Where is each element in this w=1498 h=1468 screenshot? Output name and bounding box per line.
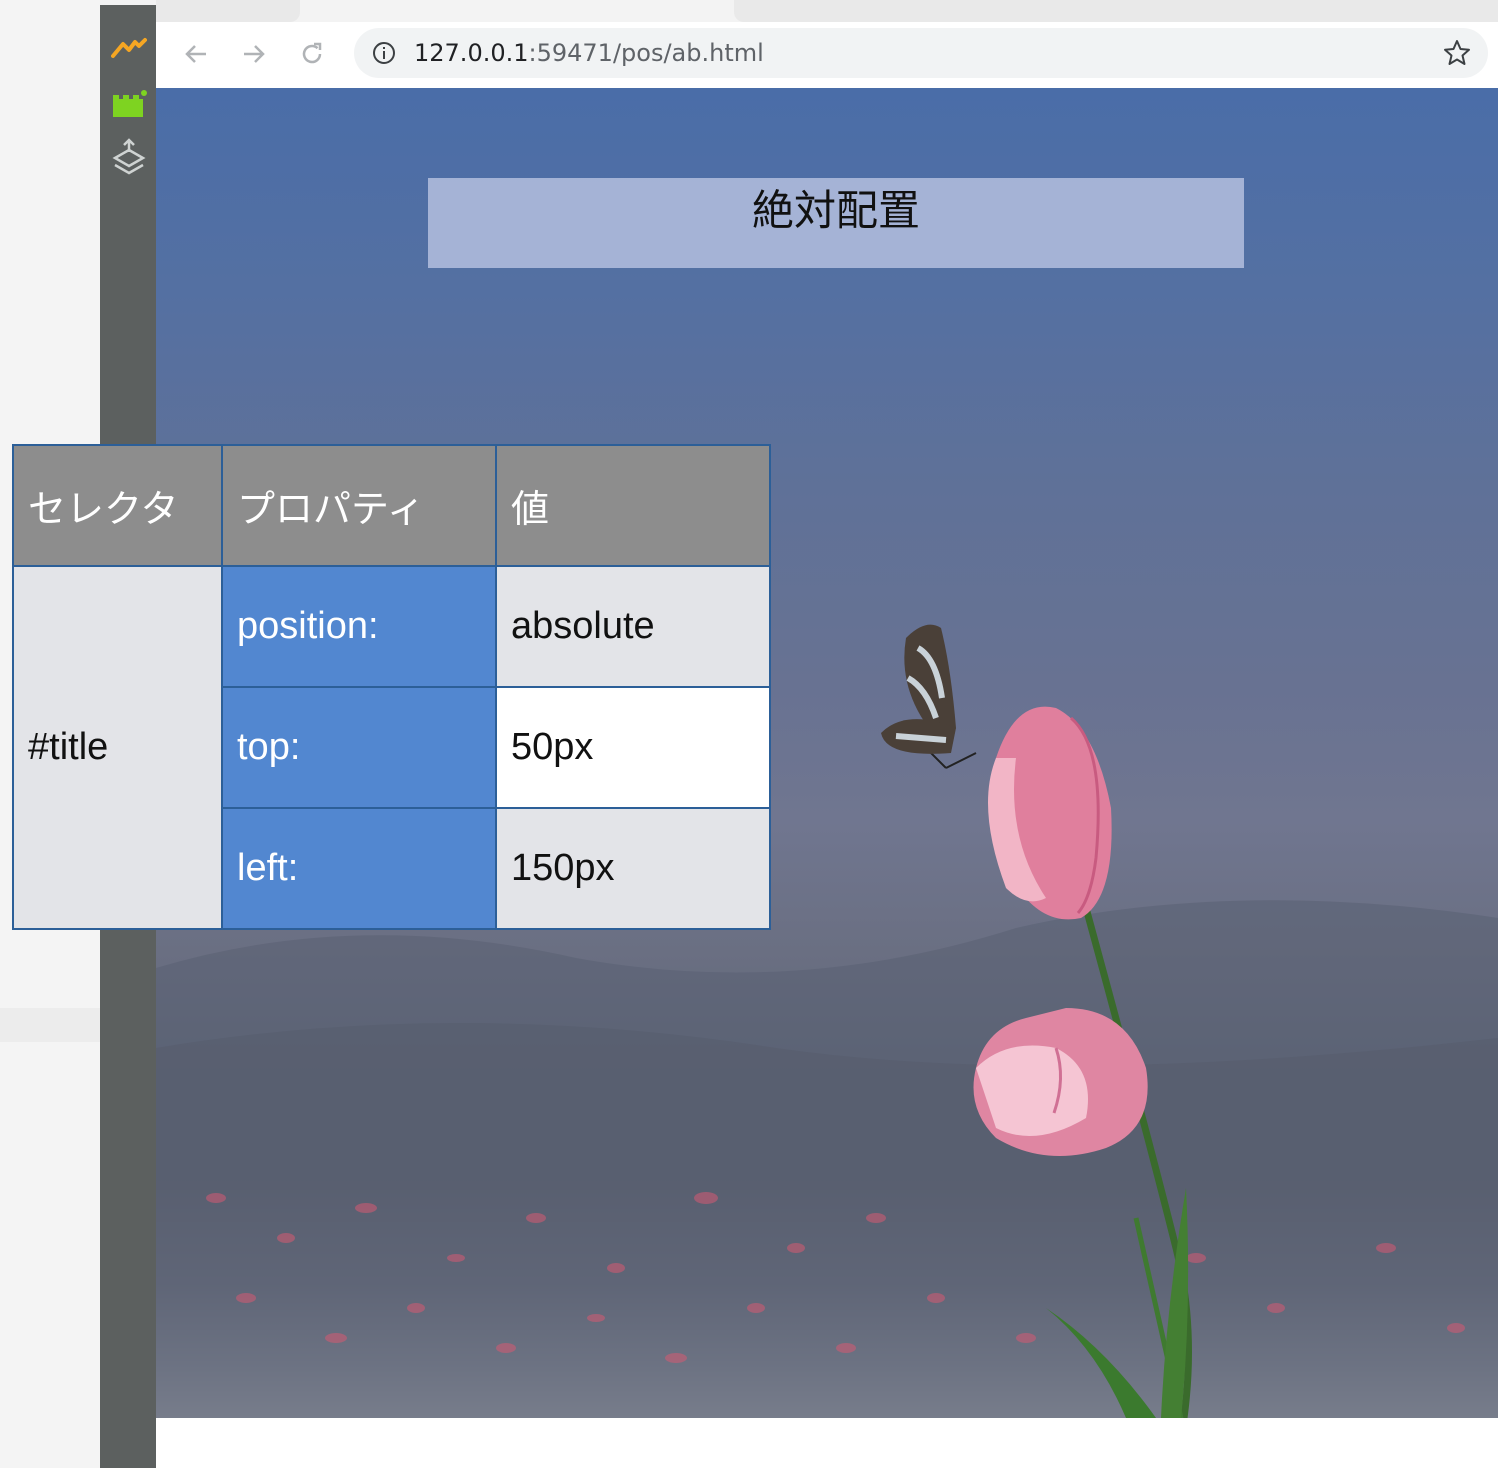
back-button[interactable] (174, 34, 218, 74)
header-value: 値 (495, 444, 771, 567)
browser-toolbar: 127.0.0.1:59471/pos/ab.html (156, 22, 1498, 89)
forward-arrow-icon (244, 45, 265, 63)
info-icon[interactable] (372, 41, 396, 65)
table-header-row: セレクタ プロパティ 値 (12, 444, 771, 567)
value-cell: absolute (495, 565, 771, 688)
table-row: #title position: absolute (12, 565, 771, 930)
layers-icon[interactable] (110, 138, 148, 175)
page-title: 絶対配置 (751, 186, 920, 235)
tulip-image (881, 624, 1192, 1418)
header-property: プロパティ (221, 444, 497, 567)
reload-icon (302, 42, 322, 64)
back-arrow-icon (185, 45, 206, 63)
url-text: 127.0.0.1:59471/pos/ab.html (414, 38, 764, 68)
reload-button[interactable] (290, 34, 334, 74)
extension-icon[interactable] (110, 88, 148, 120)
property-cell: position: (221, 565, 497, 688)
url-path: :59471/pos/ab.html (528, 39, 764, 67)
header-selector: セレクタ (12, 444, 223, 567)
forward-button[interactable] (232, 34, 276, 74)
activity-icon[interactable] (110, 32, 148, 64)
title-box: 絶対配置 (428, 178, 1244, 268)
address-bar[interactable]: 127.0.0.1:59471/pos/ab.html (354, 28, 1488, 78)
page-bottom-area (156, 1418, 1498, 1468)
selector-cell: #title (12, 565, 223, 930)
property-cell: top: (221, 686, 497, 809)
tab-strip-right (734, 0, 1498, 22)
property-cell: left: (221, 807, 497, 930)
value-cell: 150px (495, 807, 771, 930)
properties-table: セレクタ プロパティ 値 #title position: absolute t… (12, 444, 771, 930)
value-cell: 50px (495, 686, 771, 809)
tab-strip-left (156, 0, 300, 22)
background-window-stripe (0, 1008, 100, 1042)
star-icon[interactable] (1442, 38, 1472, 68)
url-host: 127.0.0.1 (414, 39, 529, 67)
